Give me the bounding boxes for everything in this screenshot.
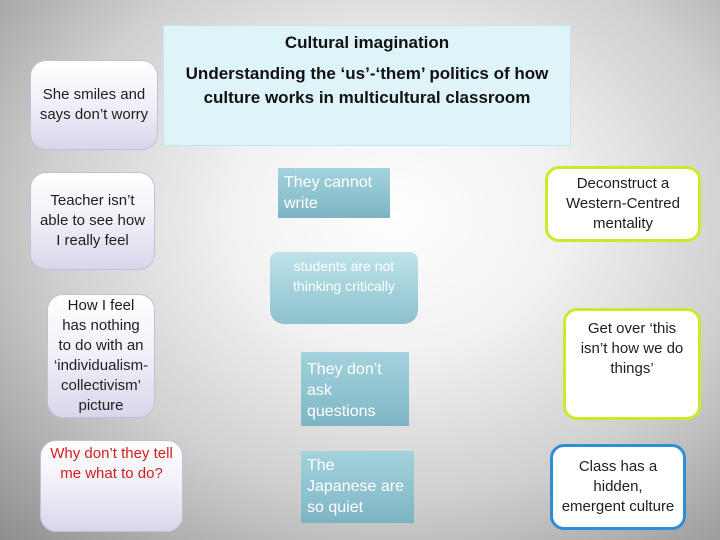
left-box-2: Teacher isn’t able to see how I really f… — [30, 172, 155, 270]
center-box-3: They don’t ask questions — [301, 352, 409, 426]
center-box-text: They don’t ask questions — [307, 361, 382, 420]
left-box-3: How I feel has nothing to do with an ‘in… — [47, 294, 155, 418]
left-box-text: How I feel has nothing to do with an ‘in… — [53, 297, 149, 414]
left-box-4: Why don’t they tell me what to do? — [40, 440, 183, 532]
right-box-1: Deconstruct a Western-Centred mentality — [545, 166, 701, 242]
right-box-3: Class has a hidden, emergent culture — [550, 444, 686, 530]
left-box-text: Why don’t they tell me what to do? — [50, 445, 173, 482]
left-box-text: She smiles and says don’t worry — [39, 86, 149, 123]
right-box-text: Deconstruct a Western-Centred mentality — [566, 175, 680, 232]
center-box-text: They cannot write — [284, 174, 373, 212]
center-box-2: students are not thinking critically — [270, 252, 418, 324]
page-subtitle: Understanding the ‘us’-‘them’ politics o… — [185, 64, 549, 107]
right-box-text: Get over ‘this isn’t how we do things’ — [580, 320, 684, 377]
title-banner: Cultural imagination Understanding the ‘… — [163, 25, 571, 146]
center-box-1: They cannot write — [278, 168, 390, 218]
center-box-text: students are not thinking critically — [293, 258, 395, 294]
page-title: Cultural imagination — [284, 33, 450, 52]
center-box-text: The Japanese are so quiet — [307, 457, 404, 516]
right-box-text: Class has a hidden, emergent culture — [561, 458, 675, 515]
right-box-2: Get over ‘this isn’t how we do things’ — [563, 308, 701, 420]
left-box-1: She smiles and says don’t worry — [30, 60, 158, 150]
center-box-4: The Japanese are so quiet — [301, 451, 414, 523]
left-box-text: Teacher isn’t able to see how I really f… — [39, 192, 146, 249]
